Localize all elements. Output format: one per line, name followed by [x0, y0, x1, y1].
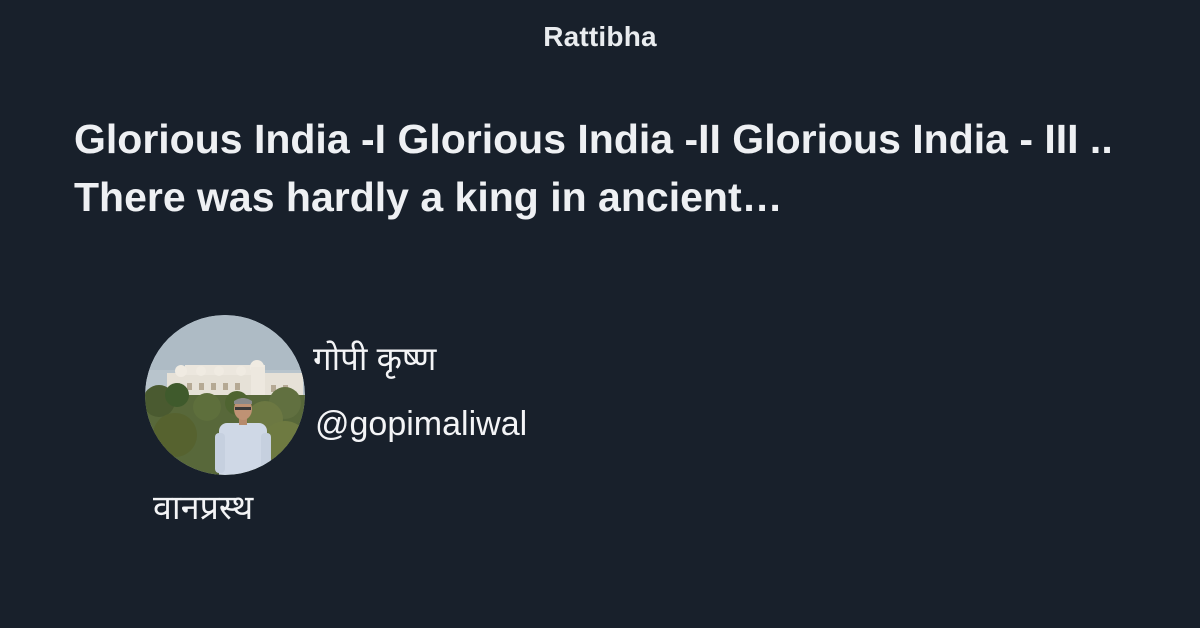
author-handle[interactable]: @gopimaliwal	[315, 405, 527, 444]
thread-title[interactable]: Glorious India -I Glorious India -II Glo…	[74, 110, 1154, 226]
author-display-name[interactable]: गोपी कृष्ण	[313, 335, 436, 380]
site-brand[interactable]: Rattibha	[0, 21, 1200, 53]
author-bio: वानप्रस्थ	[153, 489, 254, 527]
avatar[interactable]	[145, 315, 305, 475]
